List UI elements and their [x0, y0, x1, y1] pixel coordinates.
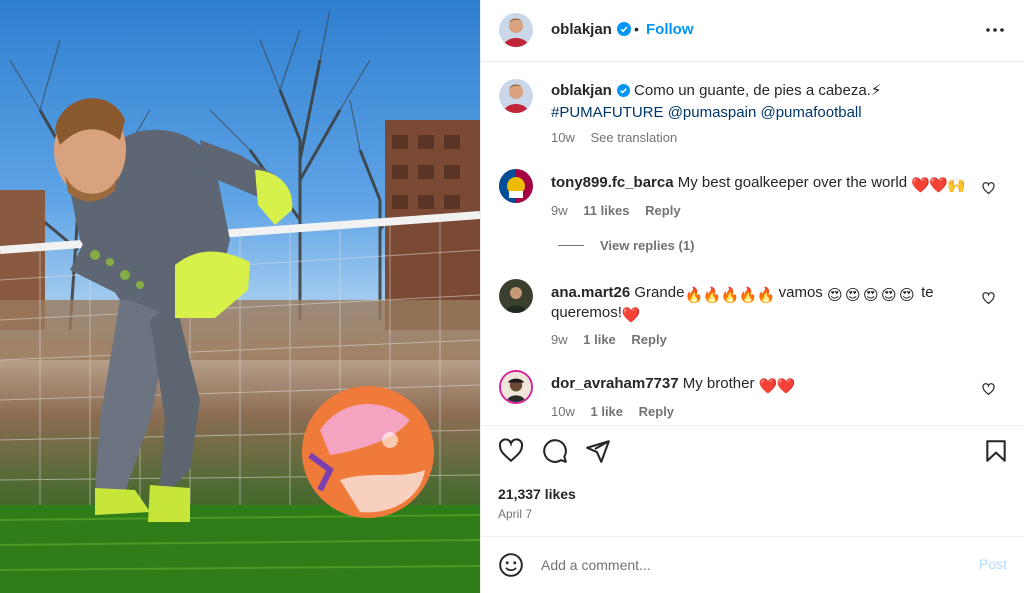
emoji-heart-eyes: 😍	[862, 287, 879, 304]
caption-avatar[interactable]	[499, 79, 533, 113]
view-replies-button[interactable]: View replies (1)	[558, 238, 694, 253]
see-translation-link[interactable]: See translation	[590, 130, 677, 145]
caption-username[interactable]: oblakjan	[551, 82, 612, 99]
emoji-heart: ❤️	[621, 307, 641, 324]
comment-like-heart-icon[interactable]	[982, 182, 995, 195]
emoji-heart-eyes: 😍	[826, 287, 843, 304]
emoji-fire: 🔥	[720, 287, 740, 304]
add-comment-input[interactable]	[541, 554, 941, 576]
comment-username[interactable]: dor_avraham7737	[551, 375, 679, 392]
emoji-heart-eyes: 😍	[898, 287, 915, 304]
reply-button[interactable]: Reply	[645, 203, 680, 218]
commenter-avatar[interactable]	[499, 370, 533, 404]
comment-text: My best goalkeeper over the world	[677, 174, 908, 191]
comment-like-heart-icon[interactable]	[982, 292, 995, 305]
caption-text: Como un guante, de pies a cabeza.⚡	[634, 82, 882, 99]
author-username[interactable]: oblakjan	[551, 21, 612, 38]
instagram-post: oblakjan • Follow oblakjan Como un guant…	[0, 0, 1024, 593]
view-replies-label: View replies (1)	[600, 238, 695, 253]
comment-time[interactable]: 9w	[551, 332, 568, 347]
comment-icon[interactable]	[542, 438, 568, 464]
reply-button[interactable]: Reply	[631, 332, 666, 347]
comment-likes[interactable]: 1 like	[583, 332, 616, 347]
like-count[interactable]: 21,337 likes	[498, 486, 576, 502]
emoji-heart: ❤️	[911, 177, 930, 194]
post-actions: 21,337 likes April 7	[481, 425, 1024, 549]
emoji-heart: ❤️	[758, 378, 778, 395]
emoji-raised-hands: 🙌	[947, 177, 966, 194]
heart-icon[interactable]	[498, 438, 524, 464]
paper-plane-icon[interactable]	[585, 438, 611, 464]
follow-button[interactable]: Follow	[646, 21, 694, 38]
mention-link-pumaspain[interactable]: @pumaspain	[668, 104, 757, 121]
comment-meta: 10w 1 like Reply	[551, 404, 686, 419]
mention-link-pumafootball[interactable]: @pumafootball	[760, 104, 861, 121]
emoji-heart-eyes: 😍	[844, 287, 861, 304]
comment-likes[interactable]: 1 like	[590, 404, 623, 419]
verified-badge-icon	[616, 22, 631, 40]
comment-time[interactable]: 10w	[551, 404, 575, 419]
add-comment-bar: Post	[481, 536, 1024, 593]
post-comment-button[interactable]: Post	[979, 556, 1007, 572]
caption-body: oblakjan Como un guante, de pies a cabez…	[551, 81, 971, 123]
comment-text-mid: vamos	[774, 284, 827, 301]
commenter-avatar[interactable]	[499, 169, 533, 203]
emoji-fire: 🔥	[738, 287, 758, 304]
post-photo[interactable]	[0, 0, 480, 593]
emoji-heart: ❤️	[776, 378, 796, 395]
comment-username[interactable]: ana.mart26	[551, 284, 630, 301]
comment-text: My brother	[682, 375, 755, 392]
commenter-avatar[interactable]	[499, 279, 533, 313]
author-username-row: oblakjan	[551, 21, 631, 40]
comment-body: tony899.fc_barca My best goalkeeper over…	[551, 173, 991, 194]
bookmark-icon[interactable]	[983, 438, 1009, 464]
verified-badge-icon	[616, 83, 630, 103]
emoji-fire: 🔥	[702, 287, 722, 304]
comment-like-heart-icon[interactable]	[982, 383, 995, 396]
comment-text: Grande	[634, 284, 685, 301]
hashtag-link[interactable]: #PUMAFUTURE	[551, 104, 664, 121]
comment-meta: 9w 1 like Reply	[551, 332, 679, 347]
smiley-icon[interactable]	[498, 552, 524, 578]
comment-likes[interactable]: 11 likes	[583, 203, 629, 218]
emoji-fire: 🔥	[756, 287, 776, 304]
comment-meta: 9w 11 likes Reply	[551, 203, 693, 218]
emoji-fire: 🔥	[684, 287, 704, 304]
caption-time[interactable]: 10w	[551, 130, 575, 145]
post-details-panel: oblakjan • Follow oblakjan Como un guant…	[480, 0, 1024, 593]
separator-dot: •	[634, 21, 639, 37]
comment-body: dor_avraham7737 My brother ❤️❤️	[551, 374, 971, 395]
author-avatar[interactable]	[499, 13, 533, 47]
reply-button[interactable]: Reply	[639, 404, 674, 419]
emoji-heart: ❤️	[929, 177, 948, 194]
comment-time[interactable]: 9w	[551, 203, 568, 218]
caption-meta: 10w See translation	[551, 130, 689, 145]
goalkeeper-photo-illustration	[0, 9, 480, 593]
comment-body: ana.mart26 Grande🔥🔥🔥🔥🔥 vamos 😍 😍 😍 😍 😍 te qu…	[551, 283, 971, 324]
comment-username[interactable]: tony899.fc_barca	[551, 174, 674, 191]
post-header: oblakjan • Follow	[481, 0, 1024, 62]
post-date[interactable]: April 7	[498, 507, 532, 521]
emoji-heart-eyes: 😍	[880, 287, 897, 304]
replies-line	[558, 245, 584, 246]
more-options-icon[interactable]	[983, 18, 1007, 42]
